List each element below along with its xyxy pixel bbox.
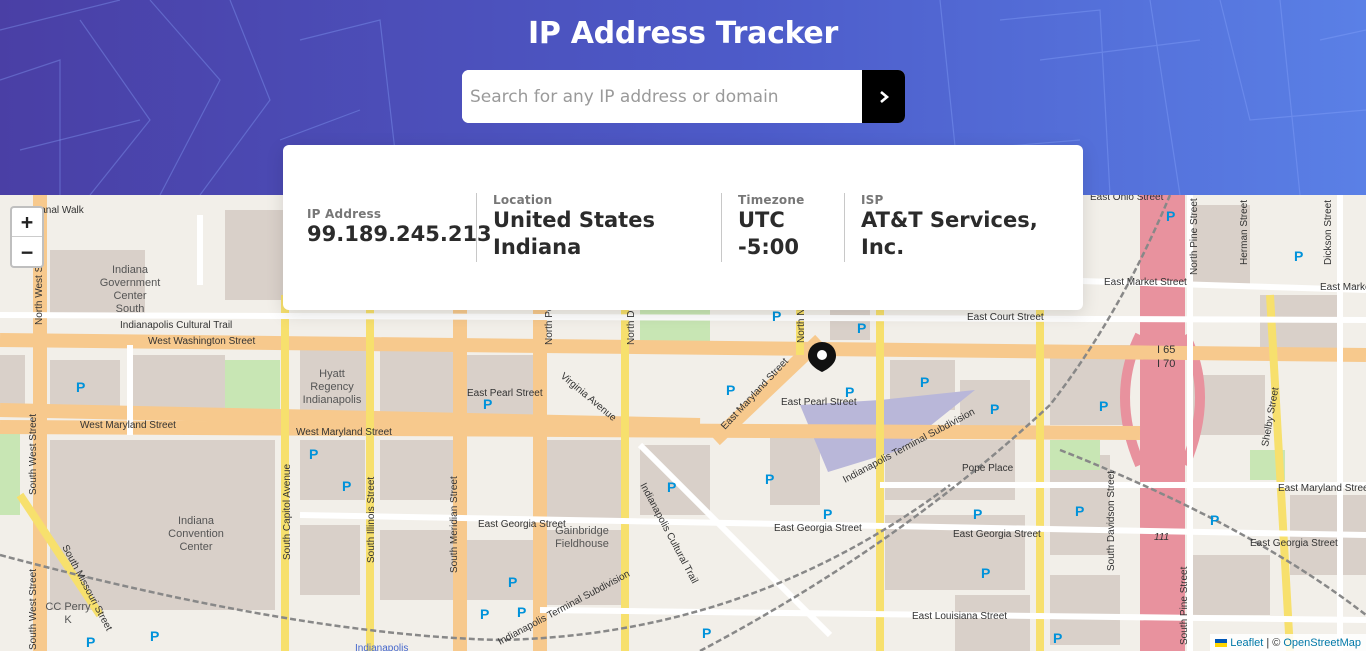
svg-text:P: P: [342, 478, 351, 494]
ip-address-value: 99.189.245.213: [307, 222, 492, 246]
location-value: United States Indiana: [493, 208, 655, 259]
location-section: Location United States Indiana: [493, 193, 655, 261]
map-label: North Pine Street: [1189, 198, 1200, 275]
map-label: East Georgia Street: [774, 523, 862, 534]
map-label: South Capitol Avenue: [282, 464, 293, 560]
location-label: Location: [493, 193, 553, 207]
map-label: I 65: [1157, 344, 1175, 356]
map-label: East Market Street: [1320, 282, 1366, 293]
svg-text:P: P: [765, 471, 774, 487]
svg-text:P: P: [76, 379, 85, 395]
map-label: I 70: [1157, 358, 1175, 370]
map-label: West Washington Street: [148, 336, 255, 347]
svg-text:P: P: [1099, 398, 1108, 414]
chevron-right-icon: [879, 90, 889, 103]
timezone-value: UTC -5:00: [738, 208, 799, 259]
isp-section: ISP AT&T Services, Inc.: [861, 193, 1038, 261]
ip-address-section: IP Address 99.189.245.213: [307, 207, 492, 248]
map-label: East Georgia Street: [1250, 538, 1338, 549]
map-label: South West Street: [28, 569, 39, 650]
openstreetmap-link[interactable]: OpenStreetMap: [1283, 637, 1361, 649]
map-label: South Davidson Street: [1106, 471, 1117, 571]
svg-text:P: P: [309, 446, 318, 462]
map-label: Herman Street: [1239, 200, 1250, 265]
info-card: IP Address 99.189.245.213 Location Unite…: [283, 145, 1083, 310]
map-label: Pope Place: [962, 463, 1014, 474]
svg-text:P: P: [1166, 208, 1175, 224]
map-label: East Pearl Street: [467, 388, 543, 399]
svg-text:P: P: [920, 374, 929, 390]
svg-text:P: P: [1210, 512, 1219, 528]
map-label: South Illinois Street: [366, 477, 377, 563]
zoom-in-button[interactable]: +: [12, 208, 42, 237]
svg-text:P: P: [857, 320, 866, 336]
map-label: East Georgia Street: [478, 519, 566, 530]
map-label: CC Perry K: [45, 601, 91, 626]
divider: [476, 193, 477, 262]
map-label: East Pearl Street: [781, 397, 857, 408]
map-label: Indianapolis: [355, 643, 408, 651]
svg-text:P: P: [667, 479, 676, 495]
map-label: West Maryland Street: [296, 427, 392, 438]
svg-text:P: P: [823, 506, 832, 522]
isp-value: AT&T Services, Inc.: [861, 208, 1038, 259]
location-pin-icon[interactable]: [808, 342, 836, 372]
svg-text:P: P: [772, 308, 781, 324]
attribution-separator: | ©: [1266, 636, 1281, 649]
map-label: East Louisiana Street: [912, 611, 1007, 622]
svg-text:P: P: [517, 604, 526, 620]
map-label: South West Street: [28, 414, 39, 495]
map-label: Dickson Street: [1323, 200, 1334, 265]
svg-text:P: P: [1053, 630, 1062, 646]
map-label: North Pe: [544, 305, 555, 345]
svg-text:P: P: [973, 506, 982, 522]
map-label: Indianapolis Cultural Trail: [120, 320, 232, 331]
svg-text:P: P: [1294, 248, 1303, 264]
map-label: West Maryland Street: [80, 420, 176, 431]
map-label: East Market Street: [1104, 277, 1187, 288]
svg-text:P: P: [981, 565, 990, 581]
timezone-section: Timezone UTC -5:00: [738, 193, 804, 261]
map-label: South Pine Street: [1179, 566, 1190, 645]
search-button[interactable]: [862, 70, 905, 123]
svg-text:P: P: [702, 625, 711, 641]
svg-text:P: P: [150, 628, 159, 644]
leaflet-link[interactable]: Leaflet: [1230, 637, 1263, 649]
svg-text:P: P: [726, 382, 735, 398]
divider: [844, 193, 845, 262]
zoom-out-button[interactable]: −: [12, 237, 42, 266]
map-label: South Meridian Street: [449, 476, 460, 573]
svg-text:P: P: [1075, 503, 1084, 519]
map-label: East Maryland Street: [1278, 483, 1366, 494]
divider: [721, 193, 722, 262]
map-label: East Ohio Street: [1090, 195, 1164, 203]
map-label: Gainbridge Fieldhouse: [555, 525, 609, 550]
timezone-label: Timezone: [738, 193, 805, 207]
page-title: IP Address Tracker: [528, 16, 838, 51]
map-label: North N: [796, 309, 807, 343]
svg-text:P: P: [990, 401, 999, 417]
ip-address-label: IP Address: [307, 207, 382, 221]
search-input[interactable]: [462, 70, 862, 123]
search-form: [462, 70, 905, 123]
ukraine-flag-icon: [1215, 638, 1228, 647]
map-label: East Court Street: [967, 312, 1044, 323]
svg-text:P: P: [508, 574, 517, 590]
zoom-control: + −: [10, 206, 44, 268]
svg-text:P: P: [86, 634, 95, 650]
map-label: North D: [626, 311, 637, 345]
svg-text:P: P: [480, 606, 489, 622]
isp-label: ISP: [861, 193, 884, 207]
map-attribution: Leaflet | © OpenStreetMap: [1210, 634, 1366, 651]
map-label: 111: [1154, 532, 1169, 543]
map-label: East Georgia Street: [953, 529, 1041, 540]
